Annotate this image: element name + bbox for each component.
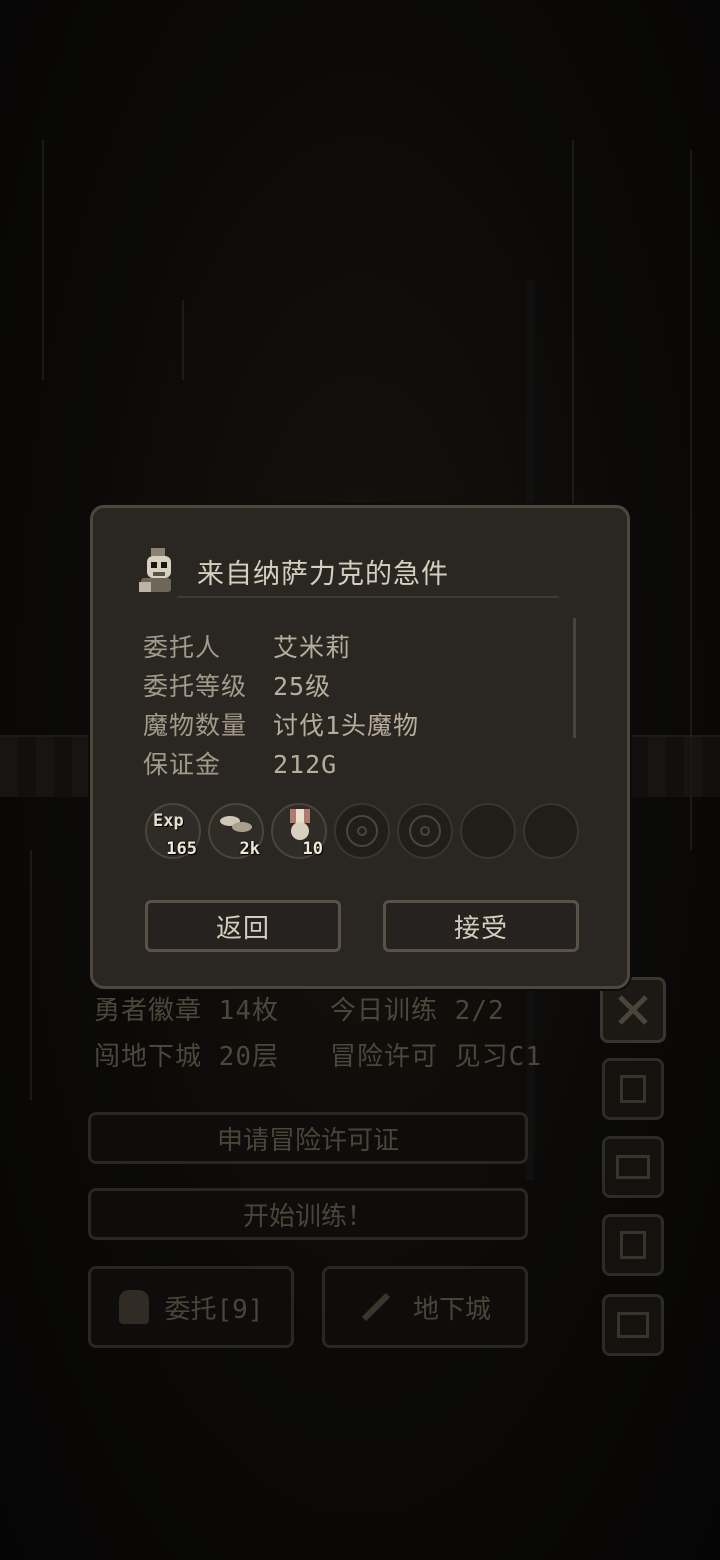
empty-ring-icon (409, 815, 441, 847)
skull-icon (118, 1290, 149, 1324)
info-row-client: 委托人 艾米莉 (143, 633, 352, 662)
side-menu-scroll[interactable] (602, 1058, 664, 1120)
reward-slot-empty[interactable] (460, 803, 516, 859)
accept-button[interactable]: 接受 (383, 900, 579, 952)
reward-coins[interactable]: 2k (208, 803, 264, 859)
map-icon (616, 1155, 650, 1179)
scroll-indicator[interactable] (573, 618, 576, 738)
side-menu-book[interactable] (602, 1214, 664, 1276)
info-row-deposit: 保证金 212G (143, 750, 338, 779)
crossed-swords-icon (618, 995, 648, 1025)
dungeon-status: 闯地下城 20层 (94, 1042, 279, 1072)
info-row-monsters: 魔物数量 讨伐1头魔物 (143, 711, 420, 740)
reward-slot-empty[interactable] (523, 803, 579, 859)
permit-status: 冒险许可 见习C1 (330, 1042, 542, 1072)
empty-ring-icon (346, 815, 378, 847)
rain-streak (30, 850, 32, 1100)
side-menu-computer[interactable] (602, 1294, 664, 1356)
quest-title: 来自纳萨力克的急件 (197, 559, 449, 590)
reward-slot-empty[interactable] (334, 803, 390, 859)
quest-dialog: 来自纳萨力克的急件 委托人 艾米莉 委托等级 25级 魔物数量 讨伐1头魔物 保证金 2… (90, 505, 630, 989)
reward-medal[interactable]: 10 (271, 803, 327, 859)
coins-icon (220, 816, 252, 832)
info-row-level: 委托等级 25级 (143, 672, 332, 701)
rain-streak (182, 300, 184, 380)
side-menu-map[interactable] (602, 1136, 664, 1198)
sword-icon (361, 1292, 391, 1322)
commission-button[interactable]: 委托[9] (88, 1266, 294, 1348)
back-button[interactable]: 返回 (145, 900, 341, 952)
badge-status: 勇者徽章 14枚 (94, 996, 279, 1026)
computer-icon (617, 1312, 649, 1338)
exp-icon: Exp (153, 811, 184, 831)
scroll-icon (620, 1075, 646, 1103)
title-divider (177, 596, 559, 598)
book-icon (620, 1231, 646, 1259)
start-training-button[interactable]: 开始训练！ (88, 1188, 528, 1240)
apply-permit-button[interactable]: 申请冒险许可证 (88, 1112, 528, 1164)
skull-messenger-icon (139, 548, 171, 592)
dungeon-button[interactable]: 地下城 (322, 1266, 528, 1348)
rain-streak (42, 140, 44, 380)
reward-slot-empty[interactable] (397, 803, 453, 859)
reward-exp[interactable]: Exp 165 (145, 803, 201, 859)
training-status: 今日训练 2/2 (330, 996, 505, 1026)
